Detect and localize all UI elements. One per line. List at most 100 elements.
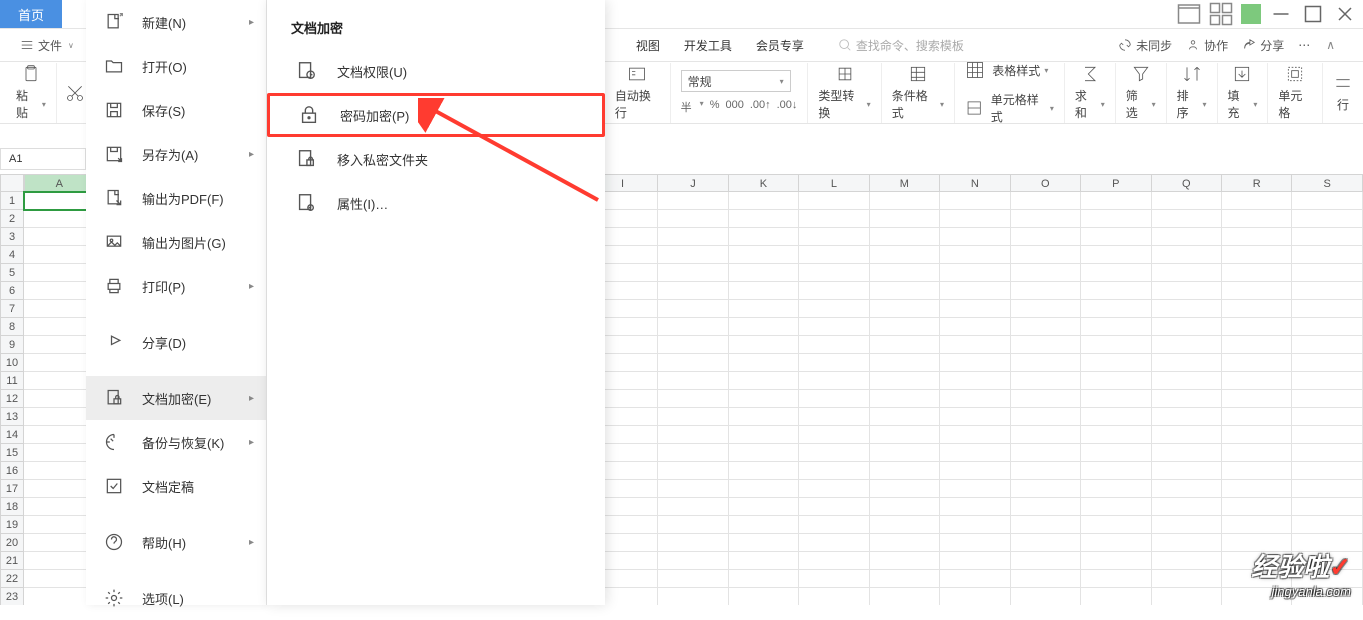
cell[interactable]	[1222, 354, 1292, 372]
table-style-button[interactable]: 表格样式▾	[965, 60, 1048, 80]
cell[interactable]	[658, 228, 728, 246]
cell[interactable]	[729, 552, 799, 570]
paste-button[interactable]: 粘贴▾	[16, 87, 46, 121]
cell[interactable]	[799, 570, 869, 588]
cell[interactable]	[24, 408, 94, 426]
cell[interactable]	[1011, 210, 1081, 228]
cell[interactable]	[870, 390, 940, 408]
cell[interactable]	[870, 516, 940, 534]
submenu-item-2[interactable]: 移入私密文件夹	[267, 137, 605, 181]
cell[interactable]	[1222, 408, 1292, 426]
file-menu-backup[interactable]: 备份与恢复(K)▸	[86, 420, 266, 464]
cell[interactable]	[1292, 264, 1362, 282]
cell[interactable]	[1222, 534, 1292, 552]
cell[interactable]	[1292, 228, 1362, 246]
cell[interactable]	[729, 462, 799, 480]
cell[interactable]	[1011, 282, 1081, 300]
cell[interactable]	[870, 534, 940, 552]
cell[interactable]	[729, 444, 799, 462]
cell[interactable]	[1222, 552, 1292, 570]
cell[interactable]	[940, 444, 1010, 462]
cell[interactable]	[1292, 480, 1362, 498]
cell[interactable]	[1152, 552, 1222, 570]
cell[interactable]	[658, 480, 728, 498]
cell[interactable]	[799, 498, 869, 516]
cell[interactable]	[1222, 192, 1292, 210]
cell[interactable]	[658, 318, 728, 336]
row-header[interactable]: 8	[0, 318, 24, 336]
file-menu-img[interactable]: 输出为图片(G)	[86, 220, 266, 264]
cell[interactable]	[1011, 408, 1081, 426]
cell[interactable]	[1292, 498, 1362, 516]
cell[interactable]	[729, 354, 799, 372]
cell[interactable]	[1011, 372, 1081, 390]
cell[interactable]	[1152, 282, 1222, 300]
cell[interactable]	[940, 570, 1010, 588]
cell[interactable]	[1152, 444, 1222, 462]
cell[interactable]	[940, 354, 1010, 372]
cell[interactable]	[799, 300, 869, 318]
cell[interactable]	[1081, 210, 1151, 228]
cell[interactable]	[940, 408, 1010, 426]
cell[interactable]	[1152, 336, 1222, 354]
cell[interactable]	[940, 300, 1010, 318]
cell[interactable]	[870, 570, 940, 588]
cell[interactable]	[940, 336, 1010, 354]
row-header[interactable]: 10	[0, 354, 24, 372]
cell[interactable]	[1292, 588, 1362, 605]
cell[interactable]	[1011, 426, 1081, 444]
cell[interactable]	[1011, 354, 1081, 372]
cell[interactable]	[658, 498, 728, 516]
tab-devtools[interactable]: 开发工具	[672, 37, 744, 54]
cell[interactable]	[1222, 480, 1292, 498]
cell[interactable]	[658, 552, 728, 570]
cell[interactable]	[658, 426, 728, 444]
cell[interactable]	[1292, 192, 1362, 210]
cell[interactable]	[799, 210, 869, 228]
cell[interactable]	[658, 336, 728, 354]
cell[interactable]	[1011, 192, 1081, 210]
file-menu-saveas[interactable]: 另存为(A)▸	[86, 132, 266, 176]
cell[interactable]	[1081, 246, 1151, 264]
cell[interactable]	[24, 480, 94, 498]
tab-view[interactable]: 视图	[624, 37, 672, 54]
cell[interactable]	[1081, 390, 1151, 408]
select-all-corner[interactable]	[0, 174, 24, 192]
col-header-P[interactable]: P	[1081, 174, 1151, 192]
row-header[interactable]: 11	[0, 372, 24, 390]
cell[interactable]	[729, 534, 799, 552]
cell[interactable]	[24, 336, 94, 354]
cell[interactable]	[1222, 246, 1292, 264]
cell[interactable]	[1222, 588, 1292, 605]
cell[interactable]	[729, 264, 799, 282]
cell[interactable]	[1011, 534, 1081, 552]
cell[interactable]	[870, 372, 940, 390]
cell[interactable]	[24, 498, 94, 516]
collapse-ribbon-icon[interactable]: ∧	[1326, 38, 1335, 52]
cell[interactable]	[940, 264, 1010, 282]
cell[interactable]	[870, 426, 940, 444]
cell[interactable]	[24, 516, 94, 534]
cell[interactable]	[870, 462, 940, 480]
col-header-A[interactable]: A	[24, 174, 95, 192]
cell[interactable]	[799, 318, 869, 336]
wrap-text-button[interactable]: 自动换行	[615, 87, 660, 121]
cell[interactable]	[24, 534, 94, 552]
cell[interactable]	[1011, 318, 1081, 336]
cell[interactable]	[1011, 552, 1081, 570]
cell[interactable]	[1152, 408, 1222, 426]
cell[interactable]	[24, 552, 94, 570]
row-button[interactable]: 行	[1337, 96, 1349, 113]
cell[interactable]	[24, 282, 94, 300]
cell[interactable]	[658, 408, 728, 426]
file-menu-share[interactable]: 分享(D)	[86, 320, 266, 364]
cell[interactable]	[1152, 300, 1222, 318]
cell[interactable]	[24, 264, 94, 282]
file-menu-draft[interactable]: 文档定稿	[86, 464, 266, 508]
filter-button[interactable]: 筛选▾	[1126, 87, 1156, 121]
cell[interactable]	[1292, 210, 1362, 228]
cell[interactable]	[799, 462, 869, 480]
file-menu-new[interactable]: 新建(N)▸	[86, 0, 266, 44]
cell[interactable]	[870, 444, 940, 462]
cell[interactable]	[870, 354, 940, 372]
